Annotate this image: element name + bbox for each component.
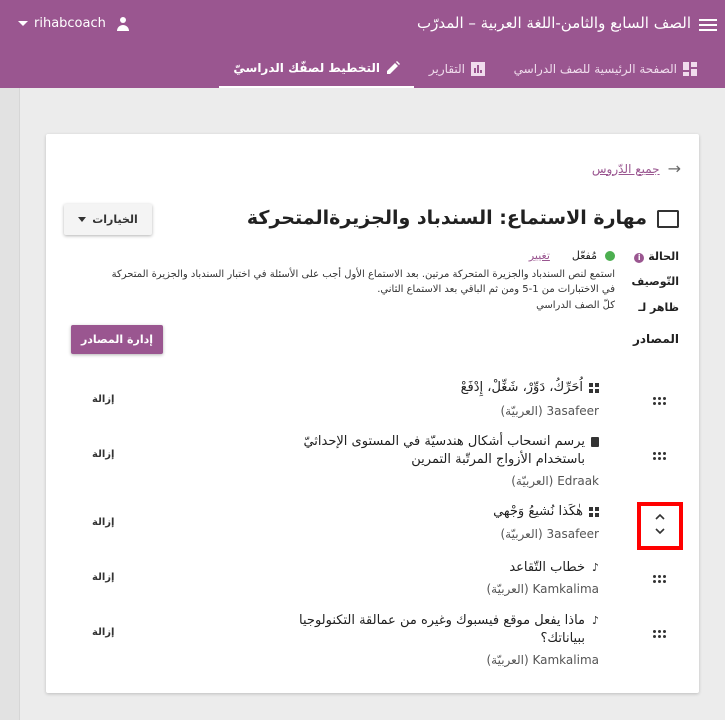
lesson-title: مهارة الاستماع: السندباد والجزيرةالمتحرك… [247,207,679,229]
resources-label: المصادر [632,332,679,346]
visible-to-label: ظاهر لـ [638,301,679,314]
status-value: مُفعّل [571,249,597,262]
resource-title[interactable]: يرسم انسحاب أشكال هندسيّة في المستوى الإ… [299,433,599,469]
resource-title-text: يرسم انسحاب أشكال هندسيّة في المستوى الإ… [303,434,585,467]
status-dot-icon [605,250,615,261]
resource-title-text: خطاب التّقاعد [509,560,585,575]
remove-button[interactable]: إزالة [92,517,114,528]
info-icon[interactable]: i [634,253,645,263]
remove-button[interactable]: إزالة [92,627,114,638]
dashboard-icon [683,62,697,76]
drag-handle-icon[interactable] [653,452,667,462]
grid-icon [589,507,599,517]
arrow-right-icon: → [667,159,681,178]
resource-title[interactable]: ♪ خطاب التّقاعد [509,559,599,577]
nav-tabs: الصفحة الرئيسية للصف الدراسي التقارير ال… [0,50,725,88]
resource-title-text: اُحَرِّكُ، دَوِّرْ، شَغِّلْ، إِدْفَعْ [460,380,583,395]
chevron-down-icon [18,21,28,26]
side-rail [0,88,20,720]
resource-source: 3asafeer (العربيّة) [500,527,599,541]
drag-handle-icon[interactable] [653,397,667,407]
tab-label: الصفحة الرئيسية للصف الدراسي [513,62,677,76]
lesson-description: استمع لنص السندباد والجزيرة المتحركة مرت… [111,269,615,295]
status-label: الحالةi [634,250,679,263]
all-lessons-link[interactable]: → جميع الدّروس [592,159,681,178]
app-bar-top: rihabcoach الصف السابع والثامن-اللغة الع… [0,0,725,50]
user-icon [116,16,130,31]
hamburger-menu-icon[interactable] [699,16,717,34]
tab-label: التقارير [428,62,465,76]
resource-title[interactable]: اُحَرِّكُ، دَوِّرْ، شَغِّلْ، إِدْفَعْ [461,379,599,397]
resource-source: Kamkalima (العربيّة) [486,582,599,596]
user-menu[interactable]: rihabcoach [18,16,130,31]
chevron-up-icon[interactable] [655,512,665,522]
app-bar: rihabcoach الصف السابع والثامن-اللغة الع… [0,0,725,88]
book-icon [657,209,679,228]
visible-to-value: كلّ الصف الدراسي [536,300,615,311]
drag-handle-icon[interactable] [653,630,667,640]
status-row: مُفعّل تغيير [529,249,615,262]
music-note-icon: ♪ [591,614,599,627]
document-icon [591,437,599,447]
music-note-icon: ♪ [591,561,599,574]
pencil-icon [387,61,400,74]
tab-label: التخطيط لصفّك الدراسيّ [233,61,380,75]
remove-button[interactable]: إزالة [92,394,114,405]
bar-chart-icon [471,62,485,76]
grid-icon [589,383,599,393]
reorder-control[interactable] [637,502,683,550]
remove-button[interactable]: إزالة [92,572,114,583]
change-status-link[interactable]: تغيير [529,249,550,262]
app-title: الصف السابع والثامن-اللغة العربية – المد… [416,14,691,32]
resource-title-text: هٰكَذا نُشيعُ وَجْهي [493,504,583,519]
tab-plan[interactable]: التخطيط لصفّك الدراسيّ [219,50,414,88]
resource-source: Edraak (العربيّة) [511,474,599,488]
resource-title-text: ماذا يفعل موقع فيسبوك وغيره من عمالقة ال… [299,613,585,646]
resource-source: Kamkalima (العربيّة) [486,653,599,667]
drag-handle-icon[interactable] [653,575,667,585]
username: rihabcoach [34,16,106,31]
resource-source: 3asafeer (العربيّة) [500,404,599,418]
back-link-label: جميع الدّروس [591,161,660,176]
tab-class-home[interactable]: الصفحة الرئيسية للصف الدراسي [514,50,697,88]
description-label: التّوصيف [631,275,679,288]
lesson-title-text: مهارة الاستماع: السندباد والجزيرةالمتحرك… [246,207,647,229]
options-button[interactable]: الخيارات [64,204,152,235]
tab-reports[interactable]: التقارير [429,50,485,88]
chevron-down-icon[interactable] [655,526,665,536]
options-label: الخيارات [92,213,138,226]
remove-button[interactable]: إزالة [92,449,114,460]
resource-title[interactable]: هٰكَذا نُشيعُ وَجْهي [493,503,599,521]
manage-resources-button[interactable]: إدارة المصادر [71,325,163,354]
lesson-card: → جميع الدّروس مهارة الاستماع: السندباد … [46,134,699,693]
resource-title[interactable]: ♪ ماذا يفعل موقع فيسبوك وغيره من عمالقة … [299,612,599,648]
status-label-text: الحالة [648,250,679,263]
caret-down-icon [78,217,87,222]
